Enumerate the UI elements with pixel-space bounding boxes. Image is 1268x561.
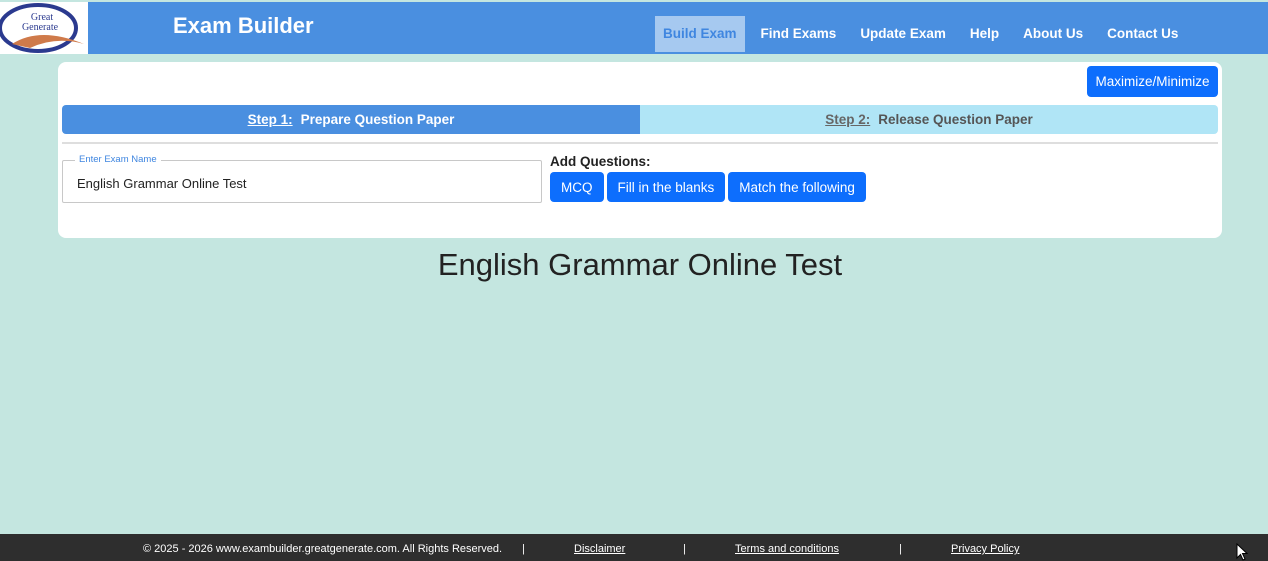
exam-name-legend: Enter Exam Name [75, 154, 161, 165]
add-questions-label: Add Questions: [550, 154, 651, 169]
great-generate-logo-icon: Great Generate [0, 3, 84, 53]
site-logo[interactable]: Great Generate [0, 2, 88, 54]
privacy-policy-link[interactable]: Privacy Policy [951, 543, 1019, 555]
mcq-button[interactable]: MCQ [550, 172, 604, 202]
copyright-text: © 2025 - 2026 www.exambuilder.greatgener… [143, 543, 503, 555]
mouse-cursor-icon [1236, 543, 1249, 561]
step-1-tab[interactable]: Step 1: Prepare Question Paper [62, 105, 640, 134]
nav-help[interactable]: Help [958, 16, 1011, 52]
main-nav: Build Exam Find Exams Update Exam Help A… [655, 16, 1190, 52]
exam-name-field: Enter Exam Name [62, 154, 542, 203]
footer-separator: | [899, 543, 902, 555]
footer-separator: | [683, 543, 686, 555]
logo-text-generate: Generate [22, 22, 59, 33]
disclaimer-link[interactable]: Disclaimer [574, 543, 625, 555]
fill-in-the-blanks-button[interactable]: Fill in the blanks [606, 172, 726, 202]
step-progress: Step 1: Prepare Question Paper Step 2: Rel… [62, 105, 1218, 134]
maximize-minimize-button[interactable]: Maximize/Minimize [1087, 66, 1218, 97]
match-the-following-button[interactable]: Match the following [728, 172, 866, 202]
nav-build-exam[interactable]: Build Exam [655, 16, 745, 52]
exam-title-heading: English Grammar Online Test [437, 247, 843, 282]
terms-and-conditions-link[interactable]: Terms and conditions [735, 543, 839, 555]
nav-find-exams[interactable]: Find Exams [749, 16, 849, 52]
footer-separator: | [522, 543, 525, 555]
question-type-buttons: MCQ Fill in the blanks Match the followi… [550, 172, 866, 202]
step-2-tab[interactable]: Step 2: Release Question Paper [640, 105, 1218, 134]
exam-name-input[interactable] [75, 175, 519, 192]
app-title: Exam Builder [173, 13, 314, 38]
exam-builder-card: Maximize/Minimize Step 1: Prepare Questio… [58, 62, 1222, 238]
nav-contact-us[interactable]: Contact Us [1095, 16, 1190, 52]
step-2-number[interactable]: Step 2: [825, 112, 870, 127]
nav-update-exam[interactable]: Update Exam [848, 16, 958, 52]
nav-about-us[interactable]: About Us [1011, 16, 1095, 52]
footer: © 2025 - 2026 www.exambuilder.greatgener… [0, 534, 1268, 561]
step-1-label: Prepare Question Paper [300, 112, 455, 127]
step-2-label: Release Question Paper [878, 112, 1033, 127]
divider [62, 142, 1218, 144]
top-navbar: Great Generate Exam Builder Build Exam F… [0, 2, 1268, 54]
step-1-number[interactable]: Step 1: [248, 112, 293, 127]
